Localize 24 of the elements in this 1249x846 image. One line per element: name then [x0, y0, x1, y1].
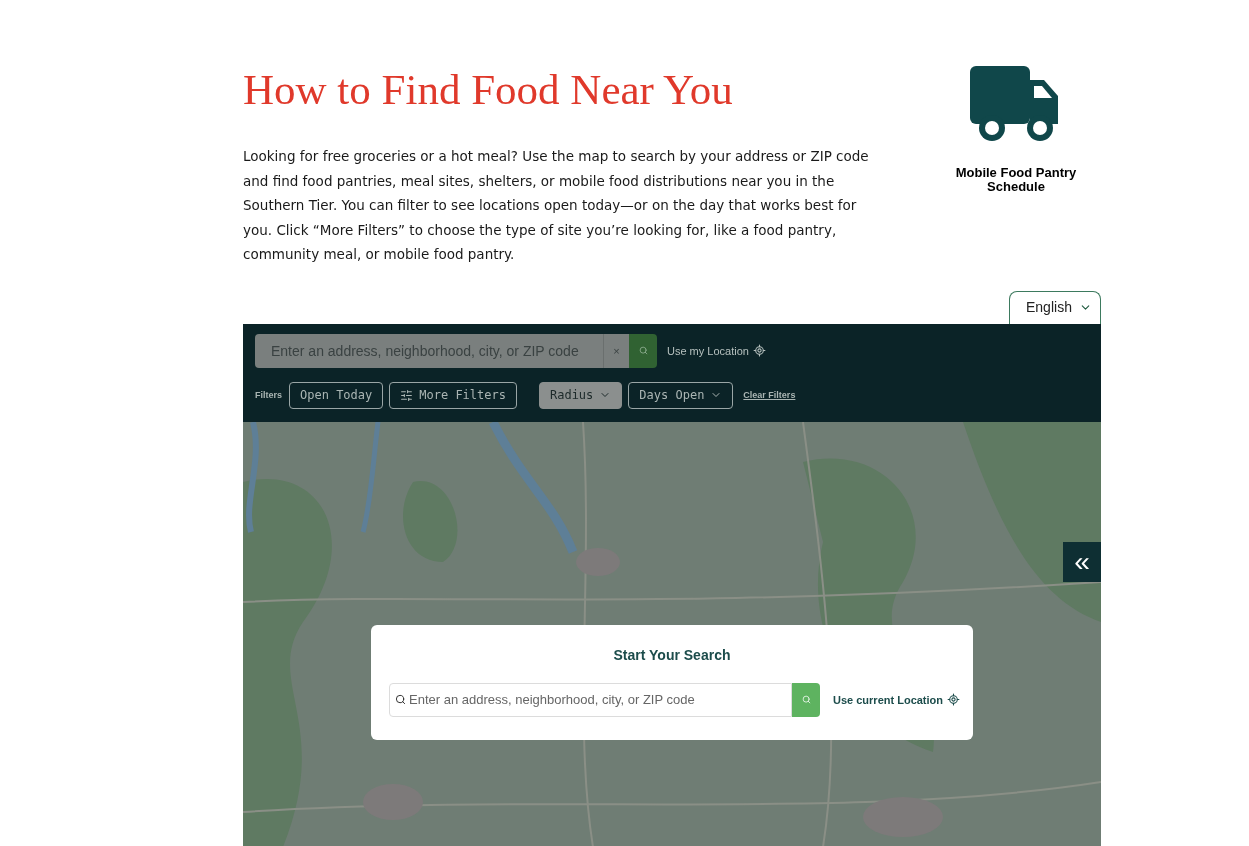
- intro-paragraph: Looking for free groceries or a hot meal? Use the map to search by your address or ZIP code and find food pantries, meal sites, shelters, or mobile food distributions near you in the Southern Tier. You can filter to see locations open today—or on the day that works best for you. Click “More Filters” to choose the type of site you’re looking for, like a food pantry, community meal, or mobile food pantry.: [243, 147, 870, 265]
- page-heading: How to Find Food Near You: [243, 65, 734, 115]
- sliders-icon: [400, 388, 414, 402]
- search-field[interactable]: Enter an address, neighborhood, city, or ZIP code: [389, 682, 792, 717]
- filter-button[interactable]: Days Open: [628, 381, 734, 409]
- locate-icon: [947, 693, 961, 707]
- filter-button[interactable]: Open Today: [289, 381, 384, 409]
- location-link[interactable]: Use current Location: [833, 691, 961, 709]
- filter-button[interactable]: Radius: [538, 381, 623, 409]
- locate-icon: [752, 344, 766, 358]
- language-select[interactable]: English: [1009, 290, 1101, 324]
- search-button[interactable]: [792, 682, 820, 717]
- search-icon: [801, 695, 811, 705]
- search-button[interactable]: [629, 333, 657, 368]
- dialog-title: Start Your Search: [613, 645, 731, 665]
- search-icon: [395, 693, 406, 705]
- filter-button[interactable]: More Filters: [389, 381, 517, 409]
- collapse-button[interactable]: «: [1063, 541, 1101, 582]
- search-icon: [638, 346, 648, 356]
- filters-label: Filters: [255, 388, 282, 402]
- search-field[interactable]: Enter an address, neighborhood, city, or ZIP code: [255, 333, 603, 368]
- location-link[interactable]: Use my Location: [667, 342, 766, 360]
- clear-filters-link[interactable]: Clear Filters: [743, 388, 796, 403]
- schedule-link[interactable]: Mobile Food Pantry Schedule: [921, 64, 1111, 267]
